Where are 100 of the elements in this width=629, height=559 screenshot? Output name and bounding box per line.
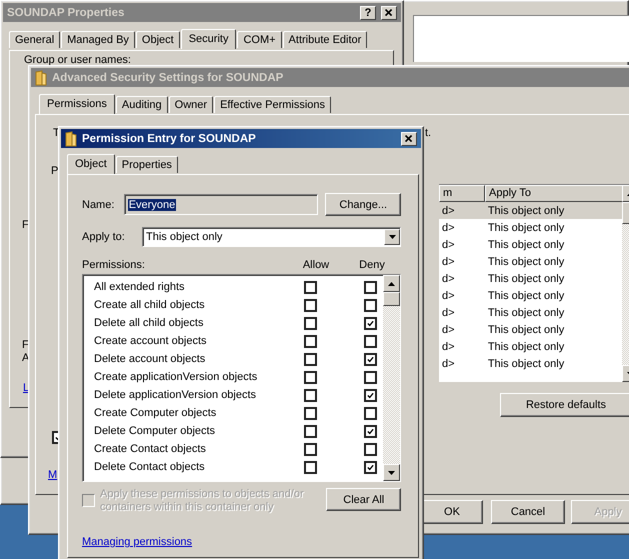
table-cell-text: d>: [441, 204, 456, 216]
allow-checkbox[interactable]: [304, 370, 317, 384]
table-cell-text: This object only: [486, 272, 566, 284]
restore-defaults-button[interactable]: Restore defaults: [500, 393, 629, 417]
field-label: Name:: [82, 198, 116, 210]
allow-checkbox[interactable]: [304, 352, 317, 366]
table-cell-text: This object only: [486, 290, 566, 302]
table-row[interactable]: d> This object only: [439, 253, 622, 270]
table-row[interactable]: d> This object only: [439, 270, 622, 287]
deny-checkbox[interactable]: [364, 424, 377, 438]
table-cell-text: This object only: [486, 222, 566, 234]
tab[interactable]: Owner: [168, 96, 214, 113]
table-cell-text: This object only: [486, 204, 566, 216]
table-cell-text: d>: [441, 222, 456, 234]
scroll-thumb[interactable]: [383, 292, 400, 306]
deny-checkbox[interactable]: [364, 352, 377, 366]
table-row[interactable]: d> This object only: [439, 355, 622, 372]
deny-checkbox[interactable]: [364, 280, 377, 294]
table-cell-text: d>: [441, 238, 456, 250]
table-cell-text: d>: [441, 256, 456, 268]
column-header: Deny: [358, 259, 386, 271]
table-cell-text: This object only: [486, 256, 566, 268]
scrollbar[interactable]: [383, 275, 400, 481]
permission-label: Delete account objects: [93, 353, 206, 365]
help-link[interactable]: L: [23, 382, 30, 394]
help-link[interactable]: Managing permissions: [82, 536, 192, 548]
allow-checkbox[interactable]: [304, 298, 317, 312]
folder-icon: [65, 130, 77, 146]
close-icon[interactable]: [401, 132, 417, 146]
dialog-button[interactable]: OK: [421, 500, 483, 524]
permission-label: Create Computer objects: [93, 407, 218, 419]
allow-checkbox[interactable]: [304, 388, 317, 402]
table-row[interactable]: d> This object only: [439, 321, 622, 338]
deny-checkbox[interactable]: [364, 298, 377, 312]
tab[interactable]: Effective Permissions: [214, 96, 332, 113]
permission-label: Delete all child objects: [93, 317, 204, 329]
permission-label: Create all child objects: [93, 299, 206, 311]
close-icon[interactable]: [381, 6, 397, 20]
permission-label: All extended rights: [93, 281, 186, 293]
allow-checkbox[interactable]: [304, 460, 317, 474]
tab[interactable]: COM+: [237, 31, 282, 48]
allow-checkbox[interactable]: [304, 334, 317, 348]
label-text: F: [22, 219, 29, 231]
help-link[interactable]: M: [48, 469, 58, 481]
section-label: P: [51, 165, 58, 177]
tab[interactable]: Managed By: [61, 31, 135, 48]
help-button[interactable]: ?: [360, 6, 376, 20]
section-label: Permissions:: [82, 259, 146, 271]
table-cell-text: d>: [441, 290, 456, 302]
table-row[interactable]: d> This object only: [439, 287, 622, 304]
table-cell-text: d>: [441, 324, 456, 336]
allow-checkbox[interactable]: [304, 442, 317, 456]
table-cell-text: This object only: [486, 358, 566, 370]
deny-checkbox[interactable]: [364, 460, 377, 474]
table-cell-text: d>: [441, 358, 456, 370]
window-title: Advanced Security Settings for SOUNDAP: [52, 72, 284, 84]
column-header: Allow: [302, 259, 330, 271]
window-title: SOUNDAP Properties: [7, 6, 126, 18]
table-cell-text: This object only: [486, 238, 566, 250]
permission-label: Create applicationVersion objects: [93, 371, 258, 383]
deny-checkbox[interactable]: [364, 370, 377, 384]
table-row[interactable]: d> This object only: [439, 304, 622, 321]
name-field[interactable]: Everyone: [124, 194, 318, 215]
dialog-button[interactable]: Cancel: [491, 500, 565, 524]
field-label: Apply to:: [82, 231, 126, 243]
table-row[interactable]: d> This object only: [439, 202, 622, 219]
scroll-down-icon: [388, 470, 395, 474]
scroll-up-icon: [388, 282, 395, 286]
section-label: Group or user names:: [24, 54, 131, 66]
deny-checkbox[interactable]: [364, 388, 377, 402]
tab[interactable]: General: [9, 31, 60, 48]
deny-checkbox[interactable]: [364, 334, 377, 348]
permission-label: Create account objects: [93, 335, 208, 347]
table-row[interactable]: d> This object only: [439, 338, 622, 355]
table-row[interactable]: d> This object only: [439, 236, 622, 253]
deny-checkbox[interactable]: [364, 442, 377, 456]
clear-all-button[interactable]: Clear All: [326, 488, 401, 511]
column-header[interactable]: Apply To: [485, 185, 623, 202]
tab[interactable]: Properties: [116, 156, 178, 173]
permission-label: Create Contact objects: [93, 443, 207, 455]
apply-to-dropdown[interactable]: This object only: [142, 227, 401, 247]
allow-checkbox[interactable]: [304, 424, 317, 438]
tab[interactable]: Security: [180, 29, 236, 49]
column-header[interactable]: m: [439, 185, 485, 202]
folder-icon: [35, 70, 47, 86]
permission-label: Delete Contact objects: [93, 461, 206, 473]
tab[interactable]: Object: [136, 31, 180, 48]
table-cell-text: d>: [441, 272, 456, 284]
tab[interactable]: Auditing: [116, 96, 168, 113]
tab[interactable]: Object: [67, 154, 115, 174]
table-row[interactable]: d> This object only: [439, 219, 622, 236]
change-button[interactable]: Change...: [325, 193, 401, 216]
tab[interactable]: Permissions: [39, 94, 115, 114]
deny-checkbox[interactable]: [364, 406, 377, 420]
allow-checkbox[interactable]: [304, 280, 317, 294]
allow-checkbox[interactable]: [304, 316, 317, 330]
allow-checkbox[interactable]: [304, 406, 317, 420]
tab[interactable]: Attribute Editor: [282, 31, 368, 48]
table-cell-text: This object only: [486, 306, 566, 318]
deny-checkbox[interactable]: [364, 316, 377, 330]
